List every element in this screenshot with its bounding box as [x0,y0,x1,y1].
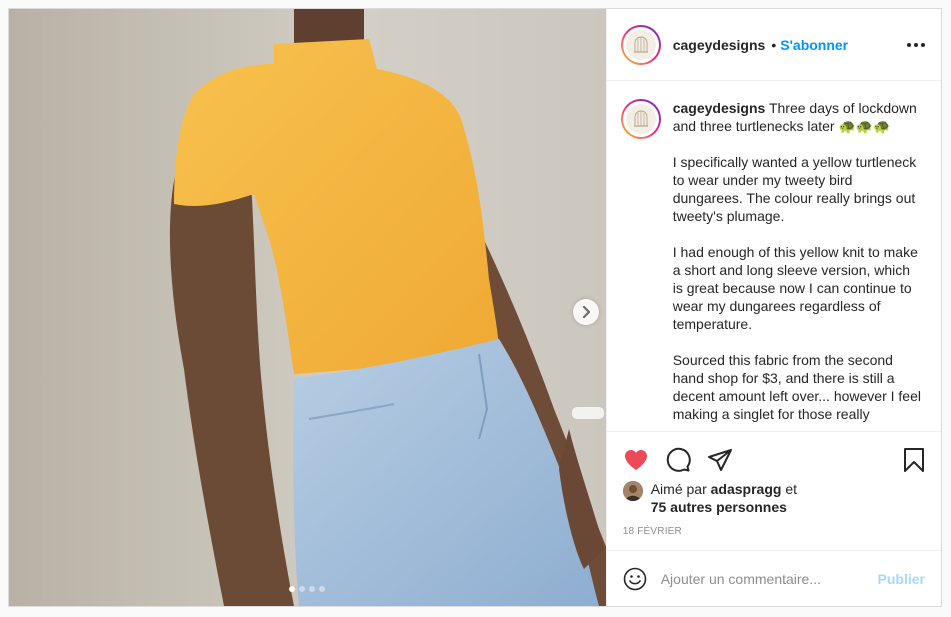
caption-paragraph: I specifically wanted a yellow turtlenec… [672,154,917,224]
comment-icon[interactable] [665,447,691,473]
post-caption: cageydesigns Three days of lockdown and … [673,99,923,431]
comment-form: Publier [606,550,941,606]
post-date[interactable]: 18 FÉVRIER [623,526,925,537]
post-actions-area: Aimé par adaspragg et 75 autres personne… [606,431,941,550]
post-media[interactable] [9,9,606,606]
carousel-dot [299,586,306,592]
instagram-post: cageydesigns • S'abonner cageydesigns Th… [8,8,942,607]
liker-username[interactable]: adaspragg [711,481,782,497]
caption-avatar[interactable] [620,99,661,139]
comment-input[interactable] [660,570,878,587]
post-sidebar: cageydesigns • S'abonner cageydesigns Th… [605,9,941,606]
caption-paragraph: Sourced this fabric from the second hand… [672,352,921,422]
birdcage-logo-icon [633,35,648,53]
heart-icon[interactable] [623,448,649,472]
post-header: cageydesigns • S'abonner [606,9,941,81]
action-bar [623,432,925,480]
more-icon[interactable] [907,42,925,47]
carousel-dot [319,586,326,592]
header-separator: • [771,36,777,53]
chevron-right-icon [583,306,590,318]
emoji-icon[interactable] [623,567,647,591]
author-avatar[interactable] [620,24,661,65]
liker-avatar[interactable] [622,481,643,501]
carousel-dot [309,586,316,592]
likes-conjunction: et [785,481,798,497]
caption-username[interactable]: cageydesigns [673,100,766,116]
likes-others-link[interactable]: 75 autres personnes [651,499,787,515]
caption-paragraph: I had enough of this yellow knit to make… [672,244,918,332]
bookmark-icon[interactable] [903,447,925,473]
share-icon[interactable] [707,448,733,472]
carousel-dot [289,586,296,592]
likes-summary: Aimé par adaspragg et 75 autres personne… [622,480,925,516]
post-photo [9,9,606,606]
author-username[interactable]: cageydesigns [673,37,766,53]
next-slide-button[interactable] [573,299,599,325]
birdcage-logo-icon [633,110,648,127]
likes-prefix: Aimé par [650,481,707,497]
caption-paragraph: cageydesigns Three days of lockdown and … [673,99,923,135]
publish-button[interactable]: Publier [878,571,925,587]
follow-button[interactable]: S'abonner [780,37,848,53]
carousel-indicator [9,586,606,592]
comments-section[interactable]: cageydesigns Three days of lockdown and … [607,81,941,431]
